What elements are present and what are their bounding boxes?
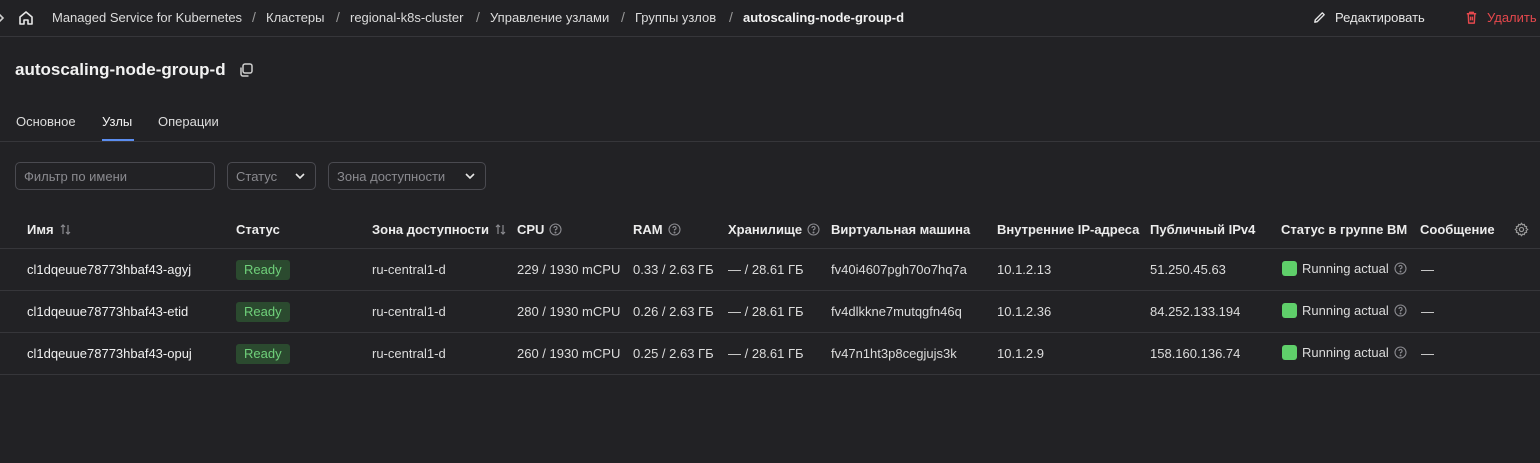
zone-cell: ru-central1-d — [372, 304, 446, 319]
tab-operations[interactable]: Операции — [158, 114, 219, 129]
vm-cell[interactable]: fv4dlkkne7mutqgfn46q — [831, 304, 962, 319]
trash-icon — [1466, 11, 1477, 24]
storage-cell: — / 28.61 ГБ — [728, 304, 804, 319]
internal-ip-cell: 10.1.2.9 — [997, 346, 1044, 361]
tabs: Основное Узлы Операции — [0, 100, 1540, 142]
column-header-message: Сообщение — [1420, 222, 1495, 237]
sort-icon[interactable] — [494, 223, 507, 236]
help-circle-icon[interactable] — [807, 223, 820, 236]
running-status-icon — [1282, 261, 1297, 276]
storage-cell: — / 28.61 ГБ — [728, 262, 804, 277]
public-ip-cell: 84.252.133.194 — [1150, 304, 1241, 319]
public-ip-cell: 158.160.136.74 — [1150, 346, 1241, 361]
copy-icon[interactable] — [238, 62, 254, 78]
public-ip-cell: 51.250.45.63 — [1150, 262, 1226, 277]
help-circle-icon[interactable] — [1394, 262, 1407, 275]
column-header-vm: Виртуальная машина — [831, 222, 971, 237]
breadcrumb-current: autoscaling-node-group-d — [743, 10, 905, 25]
breadcrumb-separator: / — [252, 9, 256, 25]
help-circle-icon[interactable] — [668, 223, 681, 236]
column-header-name[interactable]: Имя — [27, 222, 72, 237]
zone-cell: ru-central1-d — [372, 262, 446, 277]
column-header-status: Статус — [236, 222, 280, 237]
running-status-icon — [1282, 345, 1297, 360]
status-badge: Ready — [236, 260, 290, 280]
column-header-storage: Хранилище — [728, 222, 820, 237]
vm-group-status: Running actual — [1282, 261, 1407, 276]
node-name[interactable]: cl1dqeuue78773hbaf43-agyj — [27, 262, 191, 277]
column-header-zone[interactable]: Зона доступности — [372, 222, 507, 237]
title-row: autoscaling-node-group-d — [15, 60, 254, 80]
status-select[interactable]: Статус — [227, 162, 316, 190]
help-circle-icon[interactable] — [1394, 346, 1407, 359]
breadcrumb-clusters[interactable]: Кластеры — [266, 10, 325, 25]
vm-group-status-label: Running actual — [1302, 303, 1389, 318]
breadcrumb-cluster[interactable]: regional-k8s-cluster — [350, 10, 463, 25]
message-cell: — — [1421, 304, 1434, 319]
zone-select[interactable]: Зона доступности — [328, 162, 486, 190]
home-icon[interactable] — [17, 9, 35, 27]
vm-group-status: Running actual — [1282, 303, 1407, 318]
breadcrumb-separator: / — [729, 9, 733, 25]
column-header-vm-group-status: Статус в группе ВМ — [1281, 222, 1408, 237]
column-header-internal-ip: Внутренние IP-адреса — [997, 222, 1140, 237]
ram-cell: 0.26 / 2.63 ГБ — [633, 304, 714, 319]
gear-icon[interactable] — [1514, 222, 1529, 237]
cpu-cell: 260 / 1930 mCPU — [517, 346, 621, 361]
internal-ip-cell: 10.1.2.13 — [997, 262, 1052, 277]
status-badge: Ready — [236, 302, 290, 322]
chevron-down-icon — [295, 173, 305, 180]
edit-label: Редактировать — [1335, 10, 1425, 25]
breadcrumb-node-groups[interactable]: Группы узлов — [635, 10, 716, 25]
sort-icon[interactable] — [59, 223, 72, 236]
zone-cell: ru-central1-d — [372, 346, 446, 361]
delete-button[interactable]: Удалить — [1464, 10, 1537, 25]
delete-label: Удалить — [1487, 10, 1537, 25]
node-name[interactable]: cl1dqeuue78773hbaf43-etid — [27, 304, 188, 319]
pencil-icon — [1314, 12, 1325, 23]
message-cell: — — [1421, 346, 1434, 361]
tab-nodes[interactable]: Узлы — [102, 114, 132, 129]
vm-cell[interactable]: fv47n1ht3p8cegjujs3k — [831, 346, 957, 361]
vm-group-status-label: Running actual — [1302, 261, 1389, 276]
name-filter-input[interactable] — [15, 162, 215, 190]
help-circle-icon[interactable] — [549, 223, 563, 236]
breadcrumb-managed-kubernetes[interactable]: Managed Service for Kubernetes — [52, 10, 242, 25]
breadcrumb-separator: / — [621, 9, 625, 25]
breadcrumb-separator: / — [476, 9, 480, 25]
edit-button[interactable]: Редактировать — [1312, 10, 1425, 25]
table-row[interactable]: cl1dqeuue78773hbaf43-opuj Ready ru-centr… — [0, 333, 1540, 375]
table-header: Имя Статус Зона доступности CPU RAM Хран… — [0, 210, 1540, 249]
breadcrumb-separator: / — [336, 9, 340, 25]
running-status-icon — [1282, 303, 1297, 318]
zone-select-label: Зона доступности — [337, 168, 446, 184]
column-header-ram: RAM — [633, 222, 681, 237]
breadcrumb-node-management[interactable]: Управление узлами — [490, 10, 609, 25]
page-title: autoscaling-node-group-d — [15, 60, 226, 79]
chevron-down-icon — [465, 173, 475, 180]
table-row[interactable]: cl1dqeuue78773hbaf43-agyj Ready ru-centr… — [0, 249, 1540, 291]
sidebar-toggle-icon[interactable] — [0, 10, 7, 26]
column-header-cpu: CPU — [517, 222, 563, 237]
vm-group-status-label: Running actual — [1302, 345, 1389, 360]
top-bar: Managed Service for Kubernetes / Кластер… — [0, 0, 1540, 37]
table-row[interactable]: cl1dqeuue78773hbaf43-etid Ready ru-centr… — [0, 291, 1540, 333]
node-name[interactable]: cl1dqeuue78773hbaf43-opuj — [27, 346, 192, 361]
status-select-label: Статус — [236, 168, 278, 184]
vm-group-status: Running actual — [1282, 345, 1407, 360]
internal-ip-cell: 10.1.2.36 — [997, 304, 1052, 319]
ram-cell: 0.25 / 2.63 ГБ — [633, 346, 714, 361]
status-badge: Ready — [236, 344, 290, 364]
storage-cell: — / 28.61 ГБ — [728, 346, 804, 361]
cpu-cell: 280 / 1930 mCPU — [517, 304, 621, 319]
help-circle-icon[interactable] — [1394, 304, 1407, 317]
active-tab-indicator — [102, 139, 134, 141]
column-header-public-ip: Публичный IPv4 — [1150, 222, 1256, 237]
cpu-cell: 229 / 1930 mCPU — [517, 262, 621, 277]
ram-cell: 0.33 / 2.63 ГБ — [633, 262, 714, 277]
tab-main[interactable]: Основное — [16, 114, 76, 129]
vm-cell[interactable]: fv40i4607pgh70o7hq7a — [831, 262, 967, 277]
message-cell: — — [1421, 262, 1434, 277]
